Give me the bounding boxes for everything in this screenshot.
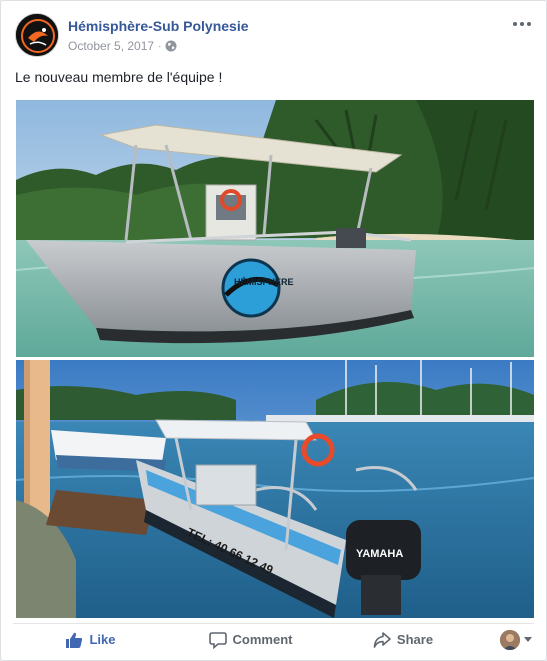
boat-marina-photo[interactable]: YAMAHA TEL: 40 66 12 49 [16, 360, 534, 618]
thumbs-up-icon [66, 632, 83, 648]
share-arrow-icon [373, 631, 391, 648]
share-label: Share [396, 632, 434, 647]
post-card: Hémisphère-Sub Polynesie October 5, 2017… [0, 0, 547, 661]
chevron-down-icon [524, 637, 532, 642]
comment-button[interactable]: Comment [168, 624, 333, 656]
post-meta: October 5, 2017 · [68, 39, 177, 53]
boat-lagoon-photo[interactable]: HÉMISPHÈRE [16, 100, 534, 357]
page-name-link[interactable]: Hémisphère-Sub Polynesie [68, 18, 249, 34]
page-avatar[interactable] [15, 13, 59, 57]
like-button[interactable]: Like [13, 624, 168, 656]
post-date[interactable]: October 5, 2017 [68, 39, 154, 53]
user-avatar-icon [500, 629, 520, 650]
comment-label: Comment [232, 632, 293, 647]
post-text: Le nouveau membre de l'équipe ! [15, 69, 223, 85]
more-options-icon[interactable] [510, 15, 534, 33]
post-actions-bar: Like Comment Share [13, 623, 534, 655]
boat-logo-text: HÉMISPHÈRE [234, 277, 294, 287]
comment-bubble-icon [208, 631, 227, 649]
globe-icon[interactable] [165, 40, 177, 52]
share-button[interactable]: Share [333, 624, 473, 656]
meta-separator: · [158, 40, 162, 52]
like-label: Like [89, 632, 116, 647]
react-as-selector[interactable] [473, 624, 534, 656]
post-header: Hémisphère-Sub Polynesie October 5, 2017… [15, 13, 534, 61]
engine-brand-text: YAMAHA [356, 548, 403, 560]
